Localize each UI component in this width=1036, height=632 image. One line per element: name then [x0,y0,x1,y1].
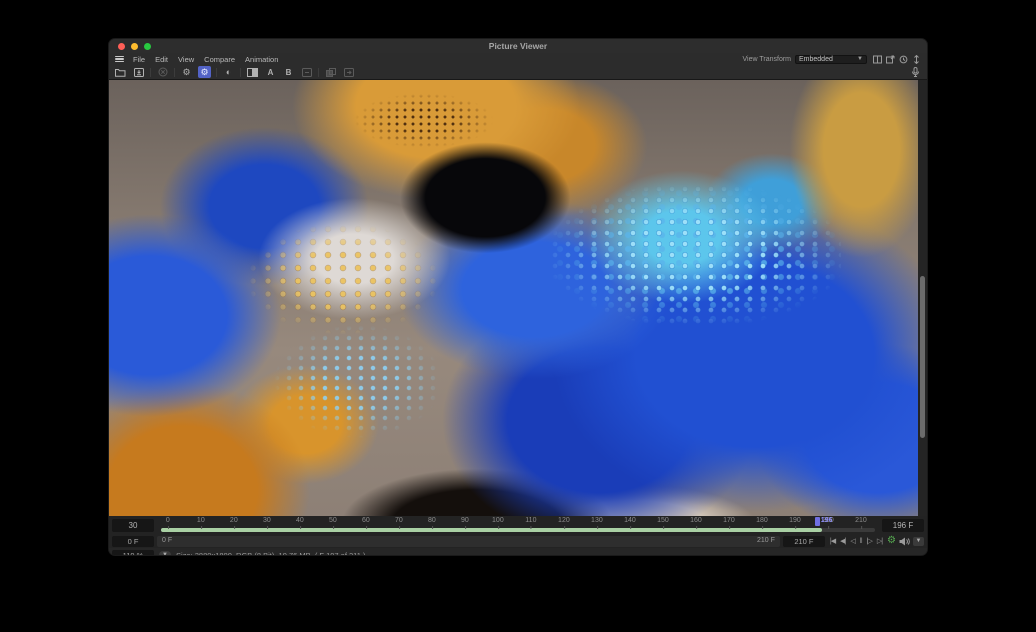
playhead-frame-label: 196 [821,517,833,524]
swap-ab-button [300,66,313,78]
titlebar: Picture Viewer [109,39,927,53]
play-reverse-button[interactable]: ◁ [850,538,854,545]
copy-image-button [324,66,337,78]
vertical-scrollbar[interactable] [920,276,925,437]
loop-playback-icon[interactable]: ⚙ [887,536,896,546]
go-to-start-button[interactable]: |◀ [830,538,835,545]
step-back-button[interactable]: ◀| [840,538,845,545]
ruler-tick: 90 [461,517,469,524]
menu-compare[interactable]: Compare [204,55,235,64]
ruler-tick: 160 [690,517,702,524]
cache-bar [161,528,822,532]
ruler-tick: 100 [492,517,504,524]
history-icon[interactable] [899,55,908,64]
ruler-tick: 0 [166,517,170,524]
menu-view[interactable]: View [178,55,194,64]
zoom-level-field[interactable]: 119 % [112,550,154,557]
status-bar: 119 % ▼ Size: 2880x1800, RGB (8 Bit), 19… [109,548,927,556]
view-transform-select[interactable]: Embedded ▼ [795,55,867,64]
view-transform-group: View Transform Embedded ▼ [743,55,922,64]
swap-vertical-icon[interactable] [912,55,921,64]
menu-animation[interactable]: Animation [245,55,278,64]
range-slider-end-label: 210 F [757,537,775,544]
ruler-tick: 20 [230,517,238,524]
step-forward-button[interactable]: |▷ [867,538,872,545]
fps-field[interactable]: 30 [112,519,154,532]
toolbar: ⚙ ⚙ ◐ A B [109,65,927,80]
image-info-text: Size: 2880x1800, RGB (8 Bit), 19.76 MB, … [176,551,366,557]
view-transform-value: Embedded [799,56,833,63]
ruler-tick: 60 [362,517,370,524]
toolbar-separator [150,68,151,77]
paste-image-button [342,66,355,78]
range-slider-start-label: 0 F [162,537,172,544]
popout-icon[interactable] [886,55,895,64]
ab-compare-icon[interactable] [246,66,259,78]
ruler-tick: 180 [756,517,768,524]
picture-viewer-window: Picture Viewer File Edit View Compare Animat… [108,38,928,556]
image-viewport[interactable] [109,80,927,516]
menu-bar: File Edit View Compare Animation View Transf… [109,53,927,65]
menu-file[interactable]: File [133,55,145,64]
ruler-tick: 40 [296,517,304,524]
ram-player-settings-icon[interactable]: ⚙ [198,66,211,78]
set-b-image-button[interactable]: B [282,66,295,78]
stop-render-button [156,66,169,78]
open-folder-button[interactable] [114,66,127,78]
dual-view-icon[interactable] [873,55,882,64]
current-frame-field[interactable]: 196 F [882,519,924,532]
playhead[interactable]: 196 [815,517,820,526]
go-to-end-button[interactable]: ▷| [877,538,882,545]
menu-items: File Edit View Compare Animation [133,55,278,64]
pause-button[interactable]: ‖ [860,538,862,545]
menu-edit[interactable]: Edit [155,55,168,64]
set-a-image-button[interactable]: A [264,66,277,78]
rendered-image [109,80,927,516]
toolbar-separator [216,68,217,77]
ruler-tick: 150 [657,517,669,524]
ruler-tick: 70 [395,517,403,524]
toolbar-separator [318,68,319,77]
ruler-tick: 10 [197,517,205,524]
timeline-ruler-row: 30 0 10 20 30 40 50 60 70 80 90 100 110 120 130 140 150… [109,516,927,534]
toolbar-separator [240,68,241,77]
ruler-tick: 30 [263,517,271,524]
ruler-tick: 80 [428,517,436,524]
range-end-field[interactable]: 210 F [783,536,825,547]
zoom-dropdown-button[interactable]: ▼ [159,551,171,557]
ruler-tick: 190 [789,517,801,524]
ruler-tick: 170 [723,517,735,524]
ruler-tick: 210 [855,517,867,524]
ruler-tick: 130 [591,517,603,524]
range-start-field[interactable]: 0 F [112,536,154,547]
render-settings-icon[interactable]: ⚙ [180,66,193,78]
chevron-down-icon: ▼ [857,56,863,62]
window-title: Picture Viewer [109,41,927,51]
toolbar-separator [174,68,175,77]
save-image-button[interactable] [132,66,145,78]
ruler-tick: 110 [525,517,536,524]
ruler-tick: 140 [624,517,636,524]
ruler-tick: 120 [558,517,570,524]
microphone-icon[interactable] [909,66,922,78]
scrollbar-gutter [918,80,927,516]
ruler-tick: 50 [329,517,337,524]
range-row: 0 F 0 F 210 F 210 F |◀ ◀| ◁ ‖ |▷ ▷| ⚙ ▼ [109,534,927,548]
speaker-icon[interactable] [899,537,910,546]
timeline-ruler[interactable]: 0 10 20 30 40 50 60 70 80 90 100 110 120 130 140 150 160… [157,516,879,534]
playback-options-dropdown[interactable]: ▼ [913,537,924,546]
screen-background: Picture Viewer File Edit View Compare Animat… [0,0,1036,632]
filter-contrast-icon[interactable]: ◐ [222,66,235,78]
range-slider[interactable]: 0 F 210 F [157,536,780,547]
view-transform-label: View Transform [743,56,792,63]
transport-controls: |◀ ◀| ◁ ‖ |▷ ▷| [830,538,882,545]
hamburger-menu-icon[interactable] [115,56,124,63]
